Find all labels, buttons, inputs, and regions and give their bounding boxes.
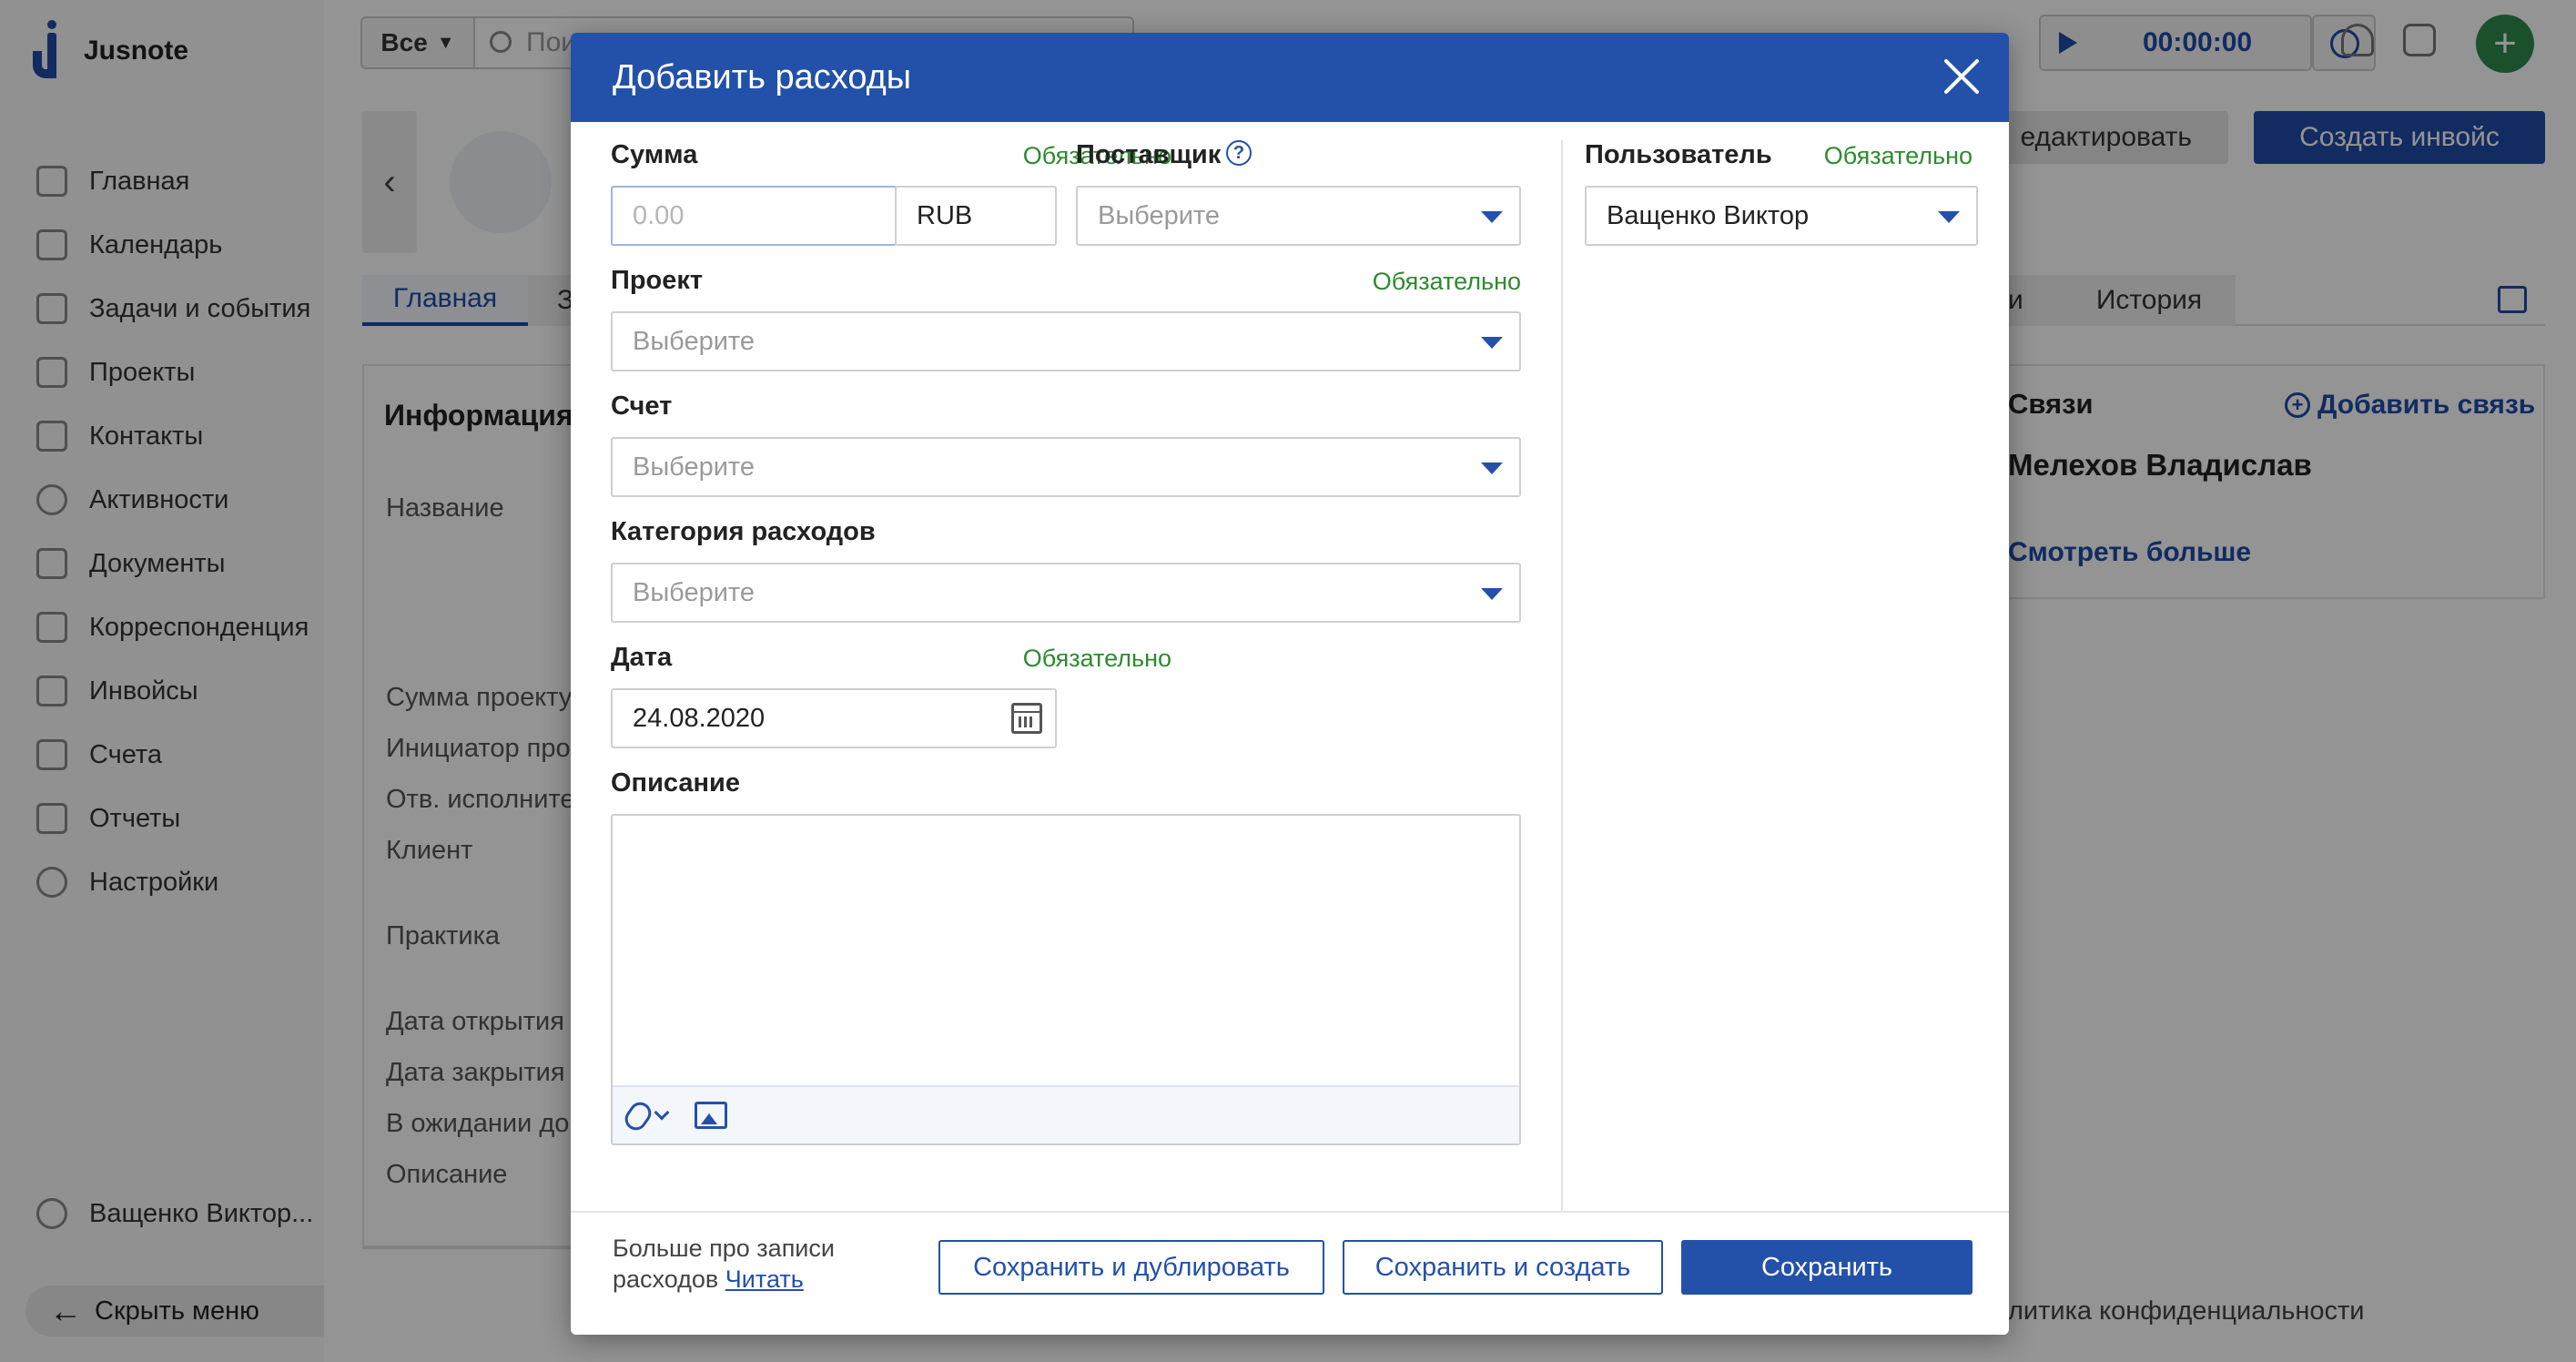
- user-required: Обязательно: [1823, 142, 1973, 169]
- category-placeholder: Выберите: [633, 577, 756, 607]
- project-placeholder: Выберите: [633, 326, 756, 356]
- modal-title: Добавить расходы: [613, 58, 912, 97]
- modal-header: Добавить расходы: [571, 33, 2009, 122]
- currency-value: RUB: [917, 200, 973, 230]
- project-select[interactable]: Выберите: [611, 311, 1521, 371]
- caret-down-icon: [1481, 462, 1503, 474]
- currency-select[interactable]: RUB: [895, 186, 1057, 246]
- project-label: Проект: [611, 266, 704, 295]
- chevron-down-icon[interactable]: [654, 1104, 670, 1121]
- user-select[interactable]: Ващенко Виктор: [1585, 186, 1978, 246]
- category-select[interactable]: Выберите: [611, 563, 1521, 623]
- calendar-icon[interactable]: [1011, 703, 1042, 734]
- button-label: Сохранить: [1760, 1252, 1893, 1282]
- paperclip-icon[interactable]: [620, 1098, 656, 1134]
- supplier-label: Поставщик: [1076, 140, 1222, 169]
- footer-note: Больше про записи расходов Читать: [613, 1233, 904, 1295]
- button-label: Сохранить и дублировать: [973, 1252, 1290, 1282]
- amount-field[interactable]: [611, 186, 897, 246]
- save-button[interactable]: Сохранить: [1681, 1240, 1973, 1295]
- date-label: Дата: [611, 643, 673, 672]
- image-icon[interactable]: [695, 1102, 727, 1129]
- amount-input[interactable]: [633, 200, 895, 231]
- account-select[interactable]: Выберите: [611, 437, 1521, 497]
- caret-down-icon: [1481, 211, 1503, 223]
- date-required: Обязательно: [1022, 645, 1171, 672]
- add-expense-modal: Добавить расходы Сумма Обязательно RUB П…: [571, 33, 2009, 1335]
- date-field[interactable]: 24.08.2020: [611, 688, 1057, 748]
- user-value: Ващенко Виктор: [1607, 200, 1810, 230]
- read-more-link[interactable]: Читать: [725, 1265, 804, 1293]
- supplier-select[interactable]: Выберите: [1076, 186, 1521, 246]
- category-label: Категория расходов: [611, 517, 876, 546]
- description-label: Описание: [611, 768, 740, 798]
- footer-divider: [571, 1211, 2009, 1213]
- amount-label: Сумма: [611, 140, 698, 169]
- column-divider: [1561, 140, 1563, 1213]
- account-label: Счет: [611, 391, 673, 421]
- caret-down-icon: [1938, 211, 1960, 223]
- help-icon[interactable]: ?: [1226, 140, 1252, 166]
- date-value: 24.08.2020: [633, 703, 766, 733]
- save-duplicate-button[interactable]: Сохранить и дублировать: [938, 1240, 1324, 1295]
- caret-down-icon: [1481, 588, 1503, 600]
- caret-down-icon: [1481, 337, 1503, 349]
- editor-toolbar: [613, 1085, 1519, 1143]
- account-placeholder: Выберите: [633, 452, 756, 482]
- description-editor[interactable]: [611, 814, 1521, 1145]
- close-icon[interactable]: [1942, 56, 1982, 97]
- save-create-button[interactable]: Сохранить и создать: [1343, 1240, 1663, 1295]
- button-label: Сохранить и создать: [1374, 1252, 1631, 1282]
- project-required: Обязательно: [1372, 268, 1521, 295]
- supplier-placeholder: Выберите: [1098, 200, 1221, 230]
